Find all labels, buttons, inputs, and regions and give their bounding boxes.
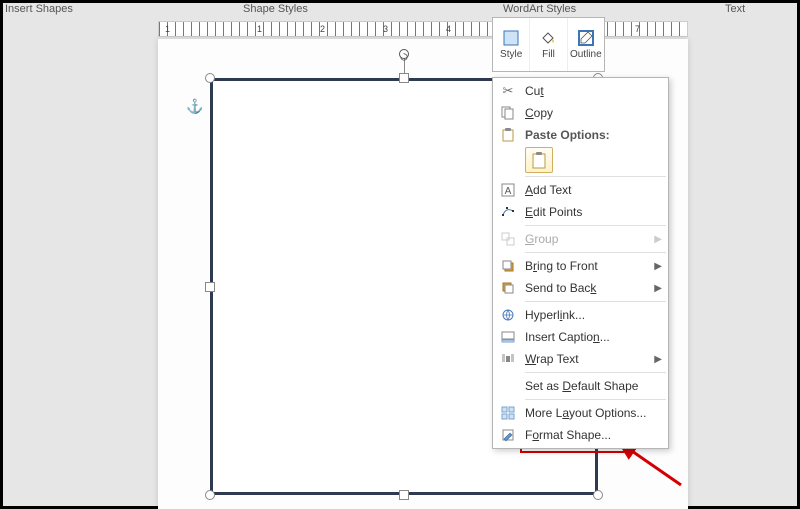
ruler-number: 7 [635, 24, 640, 34]
resize-handle-s[interactable] [399, 490, 409, 500]
insert-caption-icon [497, 327, 519, 347]
ribbon-group-shape-styles: Shape Styles [243, 3, 308, 15]
app-frame: Insert Shapes Shape Styles WordArt Style… [0, 0, 800, 509]
chevron-right-icon: ▶ [654, 261, 662, 272]
menu-separator [525, 225, 666, 226]
menu-item-label: Set as Default Shape [525, 379, 638, 393]
svg-text:A: A [505, 186, 512, 197]
menu-item-edit-points[interactable]: Edit Points [493, 201, 668, 223]
wrap-text-icon [497, 349, 519, 369]
menu-item-group: Group ▶ [493, 228, 668, 250]
menu-separator [525, 301, 666, 302]
ribbon-group-text: Text [725, 3, 745, 15]
menu-separator [525, 372, 666, 373]
context-menu: ✂ Cut Copy Paste Options: A Add Text [492, 77, 669, 449]
menu-item-label: More Layout Options... [525, 406, 646, 420]
menu-item-label: Insert Caption... [525, 330, 610, 344]
menu-item-cut[interactable]: ✂ Cut [493, 80, 668, 102]
edit-points-icon [497, 202, 519, 222]
mini-toolbar-outline[interactable]: Outline [568, 18, 604, 71]
ruler-number: 2 [320, 24, 325, 34]
menu-separator [525, 399, 666, 400]
menu-item-label: Hyperlink... [525, 308, 585, 322]
menu-item-label: Group [525, 232, 558, 246]
anchor-icon: ⚓ [186, 98, 203, 115]
menu-item-wrap-text[interactable]: Wrap Text ▶ [493, 348, 668, 370]
menu-item-add-text[interactable]: A Add Text [493, 179, 668, 201]
clipboard-icon [531, 151, 547, 169]
menu-item-format-shape[interactable]: Format Shape... [493, 424, 668, 446]
ruler-number: 3 [383, 24, 388, 34]
menu-item-label: Bring to Front [525, 259, 598, 273]
menu-item-send-to-back[interactable]: Send to Back ▶ [493, 277, 668, 299]
style-icon [502, 29, 520, 47]
menu-item-label: Send to Back [525, 281, 596, 295]
menu-separator [525, 176, 666, 177]
send-to-back-icon [497, 278, 519, 298]
menu-item-insert-caption[interactable]: Insert Caption... [493, 326, 668, 348]
ruler-number: 1 [257, 24, 262, 34]
menu-item-label: Edit Points [525, 205, 582, 219]
chevron-right-icon: ▶ [654, 354, 662, 365]
menu-item-label: Copy [525, 106, 553, 120]
chevron-right-icon: ▶ [654, 234, 662, 245]
outline-pen-icon [577, 29, 595, 47]
menu-separator [525, 252, 666, 253]
ruler-number: 1 [165, 24, 170, 34]
rotation-handle[interactable] [399, 49, 409, 59]
paste-options-row [493, 146, 668, 174]
ribbon-group-labels: Insert Shapes Shape Styles WordArt Style… [3, 3, 797, 19]
hyperlink-icon [497, 305, 519, 325]
mini-toolbar-label: Style [500, 49, 522, 60]
layout-options-icon [497, 403, 519, 423]
bring-to-front-icon [497, 256, 519, 276]
menu-item-paste-options-header: Paste Options: [493, 124, 668, 146]
ruler-ticks: 1 1 2 3 4 5 6 7 [159, 22, 687, 36]
ribbon-group-insert-shapes: Insert Shapes [5, 3, 73, 15]
resize-handle-sw[interactable] [205, 490, 215, 500]
mini-toolbar-style[interactable]: Style [493, 18, 530, 71]
menu-item-label: Format Shape... [525, 428, 611, 442]
menu-item-label: Paste Options: [525, 128, 610, 142]
group-icon [497, 229, 519, 249]
format-shape-icon [497, 425, 519, 445]
cut-icon: ✂ [497, 81, 519, 101]
paste-icon [497, 125, 519, 145]
paste-option-keep-source[interactable] [525, 147, 553, 173]
mini-toolbar-label: Fill [542, 49, 555, 60]
horizontal-ruler[interactable]: 1 1 2 3 4 5 6 7 [158, 21, 688, 37]
menu-item-more-layout-options[interactable]: More Layout Options... [493, 402, 668, 424]
fill-bucket-icon [539, 29, 557, 47]
ribbon-group-wordart-styles: WordArt Styles [503, 3, 576, 15]
menu-item-label: Cut [525, 84, 544, 98]
add-text-icon: A [497, 180, 519, 200]
menu-item-label: Wrap Text [525, 352, 579, 366]
menu-item-hyperlink[interactable]: Hyperlink... [493, 304, 668, 326]
menu-item-bring-to-front[interactable]: Bring to Front ▶ [493, 255, 668, 277]
resize-handle-w[interactable] [205, 282, 215, 292]
mini-toolbar-fill[interactable]: Fill [530, 18, 567, 71]
chevron-right-icon: ▶ [654, 283, 662, 294]
copy-icon [497, 103, 519, 123]
blank-icon [497, 376, 519, 396]
resize-handle-se[interactable] [593, 490, 603, 500]
menu-item-set-default-shape[interactable]: Set as Default Shape [493, 375, 668, 397]
menu-item-copy[interactable]: Copy [493, 102, 668, 124]
resize-handle-n[interactable] [399, 73, 409, 83]
resize-handle-nw[interactable] [205, 73, 215, 83]
ruler-number: 4 [446, 24, 451, 34]
mini-toolbar: Style Fill Outline [492, 17, 605, 72]
mini-toolbar-label: Outline [570, 49, 602, 60]
menu-item-label: Add Text [525, 183, 572, 197]
